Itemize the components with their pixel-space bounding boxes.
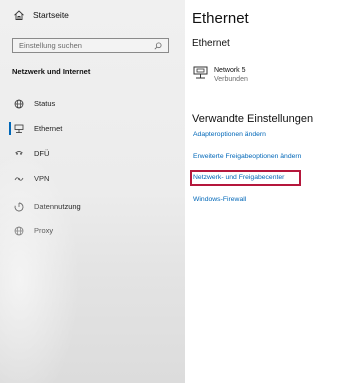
network-adapter-icon [193, 66, 208, 80]
home-icon [13, 9, 25, 21]
dialup-icon [14, 149, 24, 159]
adapter-options-link[interactable]: Adapteroptionen ändern [193, 131, 266, 138]
sidebar-item-label: DFÜ [34, 149, 50, 158]
section-heading: Ethernet [192, 38, 230, 49]
sidebar-item-label: Ethernet [34, 124, 63, 133]
sidebar-item-proxy[interactable]: Proxy [0, 222, 185, 239]
sidebar-item-label: Datennutzung [34, 202, 81, 211]
home-label: Startseite [33, 10, 69, 20]
globe-icon [14, 99, 24, 109]
network-name: Network 5 [214, 67, 246, 74]
sidebar-item-ethernet[interactable]: Ethernet [0, 120, 185, 137]
search-icon[interactable] [154, 41, 162, 50]
network-connection-item[interactable]: Network 5 Verbunden [193, 66, 248, 84]
search-placeholder: Einstellung suchen [19, 41, 82, 50]
sidebar-item-label: VPN [34, 174, 50, 183]
network-sharing-center-link[interactable]: Netzwerk- und Freigabecenter [193, 174, 284, 181]
page-title: Ethernet [192, 10, 249, 27]
sidebar-item-datennutzung[interactable]: Datennutzung [0, 198, 185, 215]
related-settings-heading: Verwandte Einstellungen [192, 113, 314, 125]
advanced-sharing-link[interactable]: Erweiterte Freigabeoptionen ändern [193, 153, 301, 160]
home-nav-item[interactable]: Startseite [13, 9, 69, 21]
sidebar-item-status[interactable]: Status [0, 95, 185, 112]
windows-firewall-link[interactable]: Windows-Firewall [193, 196, 246, 203]
sidebar-item-vpn[interactable]: VPN [0, 170, 185, 187]
main-content: Ethernet Ethernet Network 5 Verbunden Ve… [185, 0, 360, 383]
sidebar-item-dfu[interactable]: DFÜ [0, 145, 185, 162]
section-title: Netzwerk und Internet [12, 67, 91, 76]
sidebar-item-label: Status [34, 99, 56, 108]
settings-window: Startseite Einstellung suchen Netzwerk u… [0, 0, 360, 383]
sidebar-item-label: Proxy [34, 226, 54, 235]
data-usage-icon [14, 202, 24, 212]
vpn-icon [14, 174, 24, 184]
sidebar: Startseite Einstellung suchen Netzwerk u… [0, 0, 185, 383]
active-indicator [9, 122, 11, 135]
network-status: Verbunden [214, 76, 248, 83]
settings-search-input[interactable]: Einstellung suchen [12, 38, 169, 53]
proxy-globe-icon [14, 226, 24, 236]
ethernet-icon [14, 124, 24, 134]
